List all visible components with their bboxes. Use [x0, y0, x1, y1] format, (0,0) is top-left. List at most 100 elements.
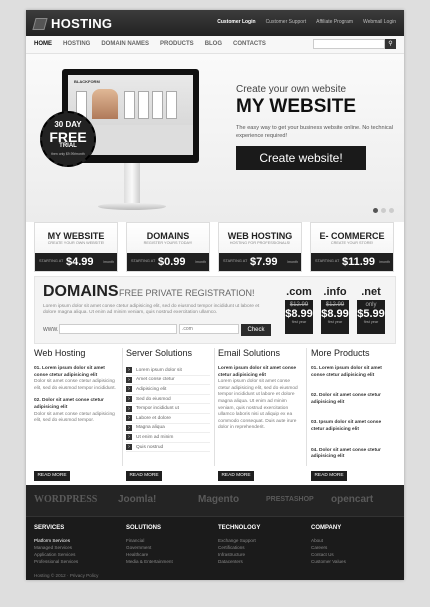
page-wrapper: HOSTING Customer Login Customer Support …	[26, 10, 404, 580]
screen-logo: BLACKFORM	[74, 79, 100, 84]
slider-dot[interactable]	[389, 208, 394, 213]
opencart-logo[interactable]: opencart	[331, 494, 373, 505]
tld-name: .net	[361, 286, 381, 298]
badge-line-3: TRIAL	[59, 143, 77, 149]
list-item[interactable]: 02. Dolor sit amet conse ctetur adipisic…	[311, 393, 395, 406]
search-button[interactable]: ⚲	[385, 39, 396, 49]
nav-blog[interactable]: BLOG	[205, 41, 222, 47]
create-website-button[interactable]: Create website!	[236, 146, 366, 170]
tld-price-box: only $5.99 first year	[357, 300, 385, 334]
starting-at-label: STARTING AT	[315, 259, 340, 263]
more-products-column: More Products 01. Lorem ipsum dolor sit …	[311, 348, 395, 481]
pricing-box-web-hosting[interactable]: WEB HOSTING HOSTING FOR PROFESSIONALS! S…	[218, 222, 302, 272]
box-subtitle: HOSTING FOR PROFESSIONALS!	[229, 241, 291, 245]
footer-link[interactable]: Application Services	[34, 551, 114, 558]
footer-link[interactable]: Exchange Support	[218, 537, 298, 544]
footer-link[interactable]: Datacenters	[218, 558, 298, 565]
nav-products[interactable]: PRODUCTS	[160, 41, 194, 47]
tld-com[interactable]: .com $12.99 $8.99 first year	[285, 286, 313, 334]
footer-link[interactable]: Contact Us	[311, 551, 391, 558]
footer-link[interactable]: Government	[126, 544, 206, 551]
joomla-logo[interactable]: Joomla!	[118, 494, 156, 505]
tld-info[interactable]: .info $12.99 $8.99 first year	[321, 286, 349, 334]
nav-home[interactable]: HOME	[34, 41, 52, 47]
affiliate-program-link[interactable]: Affiliate Program	[316, 19, 353, 25]
box-title: MY WEBSITE	[47, 231, 105, 241]
price-bar: STARTING AT $7.99 /month	[219, 253, 301, 271]
footer-link[interactable]: Managed Services	[34, 544, 114, 551]
prestashop-logo[interactable]: PRESTASHOP	[266, 496, 314, 503]
column-text: 02. Dolor sit amet conse ctetur adipisic…	[34, 398, 118, 411]
footer-link[interactable]: Careers	[311, 544, 391, 551]
footer-link[interactable]: Infrastructure	[218, 551, 298, 558]
read-more-button[interactable]: READ MORE	[311, 471, 347, 481]
price-bar: STARTING AT $0.99 /month	[127, 253, 209, 271]
footer-link[interactable]: About	[311, 537, 391, 544]
logo[interactable]: HOSTING	[32, 16, 113, 31]
checkbox-icon: ›	[126, 434, 132, 441]
nav-hosting[interactable]: HOSTING	[63, 41, 90, 47]
tld-net[interactable]: .net only $5.99 first year	[357, 286, 385, 334]
footer-link[interactable]: Healthcare	[126, 551, 206, 558]
column-title: Email Solutions	[218, 348, 281, 358]
pricing-box-domains[interactable]: DOMAINS REGISTER YOURS TODAY! STARTING A…	[126, 222, 210, 272]
box-subtitle: CREATE YOUR OWN WEBSITE!	[47, 241, 105, 245]
footer-link[interactable]: Professional Services	[34, 558, 114, 565]
screen-card	[152, 91, 163, 119]
customer-support-link[interactable]: Customer Support	[266, 19, 307, 25]
nav-contacts[interactable]: CONTACTS	[233, 41, 266, 47]
checkbox-icon: ›	[126, 376, 132, 383]
list-item[interactable]: 01. Lorem ipsum dolor sit amet conse cte…	[311, 366, 395, 379]
nav-domain-names[interactable]: DOMAIN NAMES	[101, 41, 149, 47]
footer-link[interactable]: Media & Entertainment	[126, 558, 206, 565]
copyright: Hosting © 2012 · Privacy Policy	[34, 573, 99, 578]
box-title: WEB HOSTING	[227, 231, 293, 241]
column-text-bold: 02. Dolor sit amet conse ctetur adipisic…	[34, 398, 104, 410]
column-text: Dolor sit amet conse ctetur adipisicing …	[34, 379, 116, 391]
box-subtitle: REGISTER YOURS TODAY!	[143, 241, 193, 245]
tld-period: first year	[291, 320, 307, 324]
column-text: Lorem ipsum dolor sit amet conse ctetur …	[218, 366, 302, 379]
slider-dot[interactable]	[381, 208, 386, 213]
price-period: /month	[195, 260, 206, 264]
domains-description: Lorem ipsum dolor sit amet conse ctetur …	[43, 304, 260, 315]
domain-name-input[interactable]	[59, 324, 177, 334]
check-domain-button[interactable]: Check	[241, 324, 271, 336]
footer-link[interactable]: Certifications	[218, 544, 298, 551]
read-more-button[interactable]: READ MORE	[126, 471, 162, 481]
magento-logo[interactable]: Magento	[198, 494, 239, 505]
price: $11.99	[342, 256, 376, 268]
webmail-login-link[interactable]: Webmail Login	[363, 19, 396, 25]
pricing-box-e-commerce[interactable]: E- COMMERCE CREATE YOUR STORE! STARTING …	[310, 222, 394, 272]
hero-kicker: Create your own website	[236, 84, 347, 95]
tld-old-price: $12.99	[325, 302, 345, 308]
list-item[interactable]: 03. Ipsum dolor sit amet conse ctetur ad…	[311, 420, 395, 433]
footer-link[interactable]: Financial	[126, 537, 206, 544]
footer-col-title: SERVICES	[34, 525, 65, 531]
pricing-box-my-website[interactable]: MY WEBSITE CREATE YOUR OWN WEBSITE! STAR…	[34, 222, 118, 272]
search-form: ⚲	[313, 39, 396, 49]
domains-title: DOMAINS	[43, 283, 119, 300]
footer-link[interactable]: Customer Values	[311, 558, 391, 565]
customer-login-link[interactable]: Customer Login	[217, 19, 255, 25]
box-title: E- COMMERCE	[319, 231, 385, 241]
footer-link[interactable]: Platform Services	[34, 537, 114, 544]
price: $7.99	[250, 256, 278, 268]
logo-text: HOSTING	[51, 16, 113, 31]
checkbox-icon: ›	[126, 424, 132, 431]
read-more-button[interactable]: READ MORE	[34, 471, 70, 481]
domain-extension-select[interactable]: .com	[179, 324, 239, 334]
list-item[interactable]: 04. Dolor sit amet conse ctetur adipisic…	[311, 448, 395, 461]
column-divider	[122, 348, 123, 466]
column-text-bold: Lorem ipsum dolor sit amet conse ctetur …	[218, 366, 297, 378]
footer: WORDPRESS Joomla! Magento PRESTASHOP ope…	[26, 485, 404, 580]
tld-period: first year	[363, 320, 379, 324]
read-more-button[interactable]: READ MORE	[218, 471, 254, 481]
web-hosting-column: Web Hosting 01. Lorem ipsum dolor sit am…	[34, 348, 118, 481]
box-title: DOMAINS	[146, 231, 190, 241]
free-trial-badge: 30 DAY FREE TRIAL then only $9.99/month	[40, 111, 96, 167]
column-divider	[214, 348, 215, 466]
search-input[interactable]	[313, 39, 385, 49]
wordpress-logo[interactable]: WORDPRESS	[34, 494, 97, 505]
slider-dot[interactable]	[373, 208, 378, 213]
